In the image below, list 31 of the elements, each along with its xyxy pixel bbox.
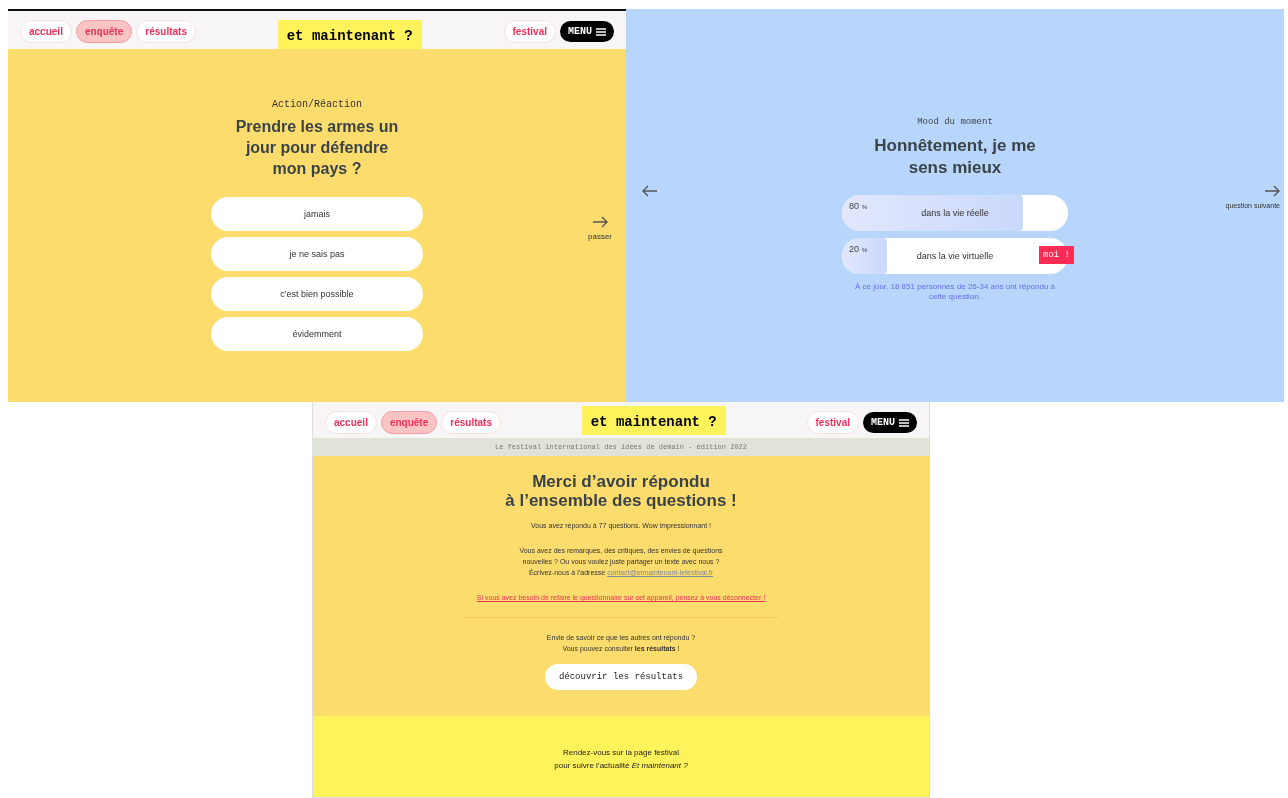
skip-link[interactable]: passer (588, 232, 612, 241)
question-title: Honnêtement, je me sens mieux (874, 135, 1036, 179)
nav-tab[interactable]: accueil (20, 20, 72, 43)
question-category: Mood du moment (917, 117, 993, 127)
menu-button[interactable]: MENU (863, 412, 917, 433)
results-button[interactable]: découvrir les résultats (544, 664, 698, 690)
my-answer-tag: moi ! (1039, 246, 1074, 264)
question-category: Action/Réaction (272, 99, 362, 110)
thanks-title: Merci d’avoir répondu à l’ensemble des questions ! (505, 472, 737, 510)
festival-link[interactable]: festival (806, 411, 859, 434)
next-arrow-icon[interactable] (1264, 185, 1280, 197)
menu-icon (596, 27, 606, 36)
answer-button[interactable]: c'est bien possible (211, 277, 423, 311)
question-title: Prendre les armes un jour pour défendre mon pays ? (235, 117, 399, 179)
menu-button[interactable]: MENU (560, 21, 614, 42)
answer-button[interactable]: évidemment (211, 317, 423, 351)
menu-icon (899, 418, 909, 427)
site-logo[interactable]: et maintenant ? (277, 20, 422, 49)
result-label: dans la vie virtuelle (916, 251, 994, 261)
nav-tab[interactable]: accueil (325, 411, 377, 434)
next-arrow-icon[interactable] (592, 216, 608, 228)
answer-button[interactable]: je ne sais pas (211, 237, 423, 271)
result-label: dans la vie réelle (921, 208, 989, 218)
site-logo[interactable]: et maintenant ? (581, 406, 726, 435)
nav-tab[interactable]: résultats (441, 411, 501, 434)
response-count-note: À ce jour, 18 851 personnes de 26-34 ans ont répondu à cette question. (854, 282, 1056, 302)
festival-link[interactable]: festival (503, 20, 556, 43)
nav-tab[interactable]: résultats (136, 20, 196, 43)
answer-button[interactable]: jamais (211, 197, 423, 231)
previous-arrow-icon[interactable] (642, 185, 658, 197)
festival-invitation-text: Rendez-vous sur la page festival pour suivre l’actualité Et maintenant ? (553, 747, 689, 772)
